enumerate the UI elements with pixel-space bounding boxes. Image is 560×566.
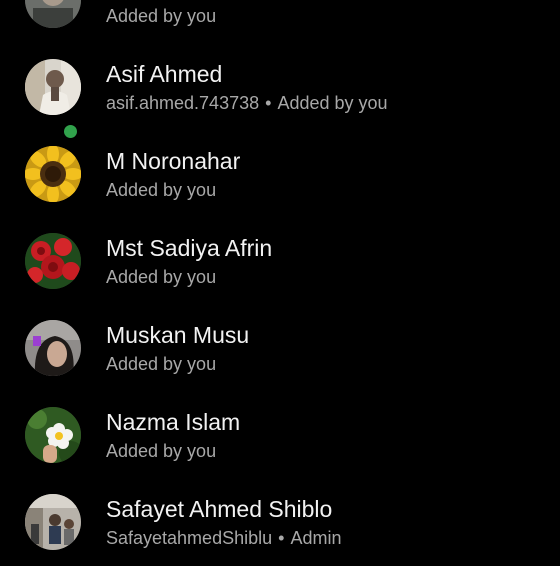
member-avatar [25, 407, 81, 463]
member-row-safayet-ahmed-shiblo[interactable]: Safayet Ahmed Shiblo SafayetahmedShiblu •… [0, 479, 560, 566]
profile-photo-man-icon [25, 59, 81, 115]
member-avatar [25, 320, 81, 376]
member-role: Added by you [106, 354, 217, 374]
member-username: SafayetahmedShiblu [106, 528, 273, 548]
member-name: Mst Sadiya Afrin [106, 235, 273, 261]
member-name: M Noronahar [106, 148, 241, 174]
member-name: Safayet Ahmed Shiblo [106, 496, 333, 522]
member-row-mst-sadiya-afrin[interactable]: Mst Sadiya Afrin Added by you [0, 218, 560, 305]
separator-dot: • [278, 528, 285, 548]
member-role: Added by you [106, 267, 217, 287]
member-role: Added by you [106, 441, 217, 461]
profile-photo-red-roses-icon [25, 233, 81, 289]
member-avatar [25, 146, 81, 202]
member-row-m-noronahar[interactable]: M Noronahar Added by you [0, 131, 560, 218]
member-avatar [25, 233, 81, 289]
member-name: Asif Ahmed [106, 61, 223, 87]
member-subtitle: SafayetahmedShiblu • Admin [106, 527, 341, 549]
member-role: Added by you [106, 6, 217, 26]
member-role: Admin [290, 528, 342, 548]
member-row-asif-ahmed[interactable]: Asif Ahmed asif.ahmed.743738 • Added by yo… [0, 44, 560, 141]
separator-dot: • [265, 93, 272, 113]
member-role: Added by you [106, 180, 217, 200]
member-subtitle: Added by you [106, 5, 216, 27]
group-members-list: Added by you Asif Ahmed asif.ahmed.74373… [0, 0, 560, 566]
member-username: asif.ahmed.743738 [106, 93, 260, 113]
member-row-muskan-musu[interactable]: Muskan Musu Added by you [0, 305, 560, 392]
member-avatar [25, 0, 81, 28]
member-avatar [25, 494, 81, 550]
profile-photo-icon [25, 0, 81, 28]
profile-photo-sunflower-icon [25, 146, 81, 202]
member-subtitle: Added by you [106, 266, 216, 288]
profile-photo-group-icon [25, 494, 81, 550]
member-subtitle: Added by you [106, 353, 216, 375]
member-name: Nazma Islam [106, 409, 241, 435]
member-avatar [25, 59, 81, 115]
member-subtitle: asif.ahmed.743738 • Added by you [106, 92, 388, 114]
profile-photo-white-flower-icon [25, 407, 81, 463]
member-name: Muskan Musu [106, 322, 250, 348]
member-row-nazma-islam[interactable]: Nazma Islam Added by you [0, 392, 560, 479]
member-subtitle: Added by you [106, 179, 216, 201]
profile-photo-girl-icon [25, 320, 81, 376]
member-subtitle: Added by you [106, 440, 216, 462]
member-row[interactable]: Added by you [0, 0, 560, 44]
member-role: Added by you [277, 93, 388, 113]
